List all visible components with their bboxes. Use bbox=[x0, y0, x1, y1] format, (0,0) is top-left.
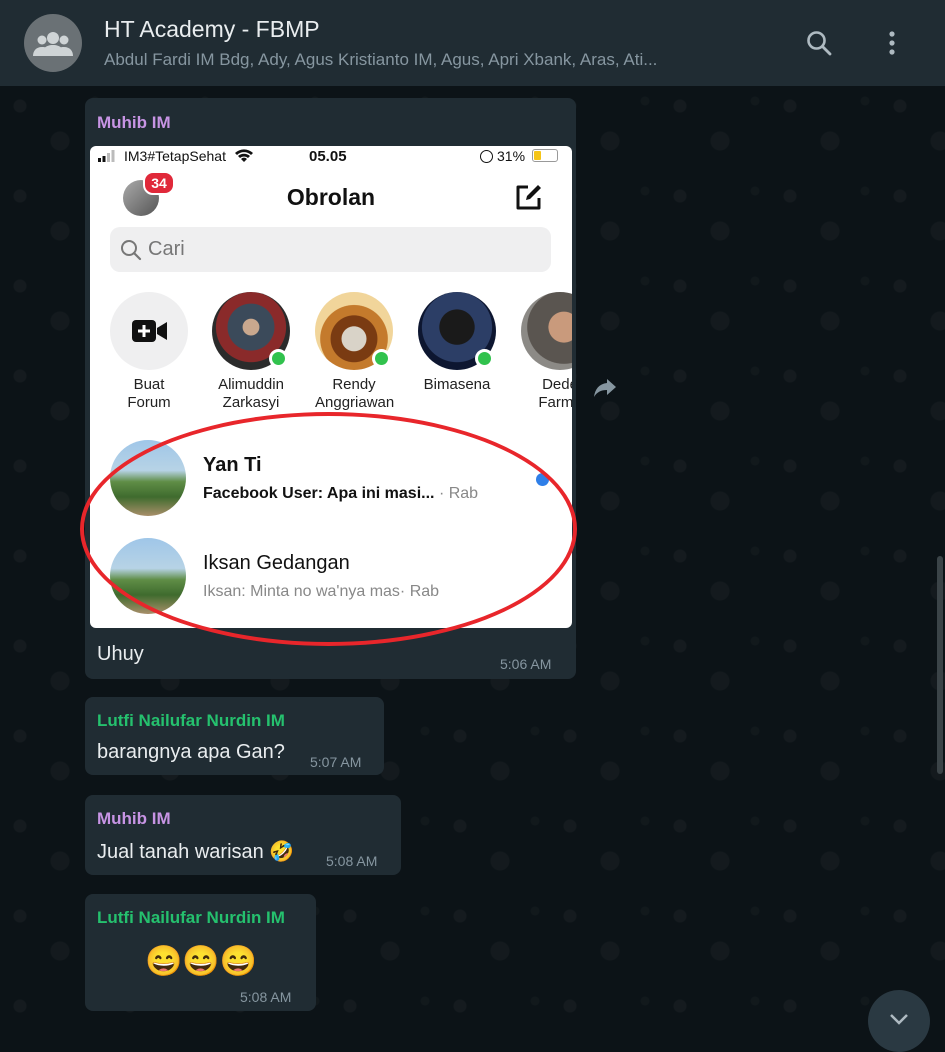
video-plus-icon bbox=[110, 292, 188, 370]
unread-indicator bbox=[536, 473, 549, 486]
forward-icon[interactable] bbox=[592, 377, 618, 403]
online-indicator bbox=[269, 349, 288, 368]
message-bubble[interactable]: Lutfi Nailufar Nurdin IM barangnya apa G… bbox=[85, 697, 384, 775]
story-item[interactable]: Alimuddin Zarkasyi bbox=[212, 292, 290, 412]
search-icon[interactable] bbox=[802, 26, 836, 60]
story-item[interactable]: DedeFarmu bbox=[521, 292, 572, 412]
story-avatar bbox=[418, 292, 496, 370]
conversation-name[interactable]: Yan Ti bbox=[203, 454, 262, 477]
search-icon bbox=[121, 240, 142, 261]
message-sender[interactable]: Lutfi Nailufar Nurdin IM bbox=[97, 908, 285, 928]
status-time: 05.05 bbox=[309, 148, 347, 165]
conversation-name[interactable]: Iksan Gedangan bbox=[203, 552, 350, 575]
story-create-forum[interactable]: Buat Forum bbox=[110, 292, 188, 412]
online-indicator bbox=[372, 349, 391, 368]
compose-icon[interactable] bbox=[514, 184, 542, 217]
scroll-down-button[interactable] bbox=[868, 990, 930, 1052]
message-time: 5:06 AM bbox=[500, 656, 552, 672]
story-avatar bbox=[212, 292, 290, 370]
message-time: 5:08 AM bbox=[326, 853, 378, 869]
conversation-snippet: Facebook User: Apa ini masi... · Rab bbox=[203, 485, 479, 502]
message-time: 5:07 AM bbox=[310, 754, 362, 770]
message-bubble[interactable]: Muhib IM Jual tanah warisan 🤣 5:08 AM bbox=[85, 795, 401, 875]
conversation-avatar[interactable] bbox=[110, 538, 186, 614]
chat-header[interactable]: HT Academy - FBMP Abdul Fardi IM Bdg, Ad… bbox=[0, 0, 945, 86]
message-text: barangnya apa Gan? bbox=[97, 741, 285, 763]
conversation-snippet: Iksan: Minta no wa'nya mas· Rab bbox=[203, 583, 440, 600]
story-item[interactable]: Rendy Anggriawan bbox=[315, 292, 394, 412]
message-sender[interactable]: Muhib IM bbox=[97, 113, 171, 133]
story-avatar bbox=[315, 292, 393, 370]
message-text: Uhuy bbox=[97, 643, 144, 665]
status-battery: 31% bbox=[480, 148, 558, 164]
group-avatar-icon[interactable] bbox=[24, 14, 82, 72]
messenger-search[interactable]: Cari bbox=[110, 227, 551, 272]
messenger-title: Obrolan bbox=[286, 184, 376, 210]
message-sender[interactable]: Lutfi Nailufar Nurdin IM bbox=[97, 711, 285, 731]
message-text: Jual tanah warisan 🤣 bbox=[97, 841, 295, 863]
message-bubble[interactable]: Lutfi Nailufar Nurdin IM 😄😄😄 5:08 AM bbox=[85, 894, 316, 1011]
scrollbar-thumb[interactable] bbox=[937, 556, 943, 774]
message-bubble-image[interactable]: Muhib IM IM3#TetapSehat 05.05 31% 34 Obr… bbox=[85, 98, 576, 679]
shared-screenshot[interactable]: IM3#TetapSehat 05.05 31% 34 Obrolan Cari… bbox=[90, 146, 572, 628]
conversation-avatar[interactable] bbox=[110, 440, 186, 516]
status-carrier: IM3#TetapSehat bbox=[98, 148, 254, 164]
menu-dots-icon[interactable] bbox=[875, 26, 909, 60]
story-avatar bbox=[521, 292, 572, 370]
story-item[interactable]: Bimasena bbox=[418, 292, 496, 394]
message-emoji: 😄😄😄 bbox=[145, 945, 258, 978]
message-sender[interactable]: Muhib IM bbox=[97, 809, 171, 829]
online-indicator bbox=[475, 349, 494, 368]
group-title[interactable]: HT Academy - FBMP bbox=[104, 16, 320, 43]
group-members[interactable]: Abdul Fardi IM Bdg, Ady, Agus Kristianto… bbox=[104, 50, 764, 70]
message-time: 5:08 AM bbox=[240, 989, 292, 1005]
